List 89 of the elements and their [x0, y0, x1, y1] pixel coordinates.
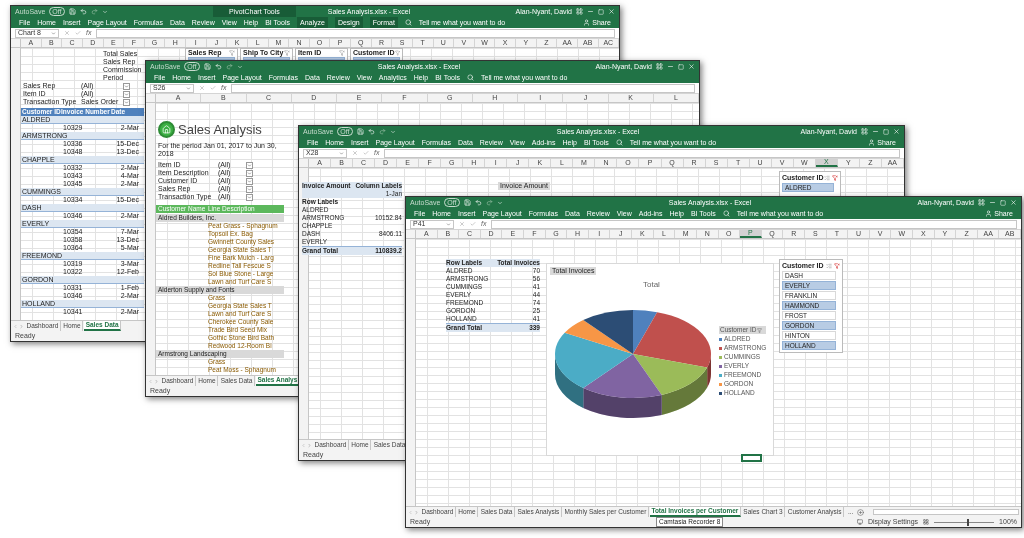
person-icon	[583, 19, 591, 26]
multi-select-icon[interactable]	[826, 263, 832, 269]
horizontal-scrollbar[interactable]	[873, 509, 1019, 515]
caret-icon	[51, 30, 56, 36]
search-icon	[404, 19, 412, 26]
clear-filter-icon[interactable]	[339, 50, 345, 56]
zoom-thumb[interactable]	[967, 518, 970, 526]
search-icon	[467, 74, 474, 81]
caret-icon[interactable]	[496, 199, 503, 206]
undo-icon[interactable]	[214, 63, 222, 70]
ribbon-display-icon[interactable]	[656, 63, 663, 70]
redo-icon[interactable]	[90, 8, 98, 15]
close-icon[interactable]	[893, 128, 900, 135]
ribbon-display-icon[interactable]	[978, 199, 985, 206]
minimize-icon[interactable]	[872, 128, 879, 135]
enter-icon[interactable]	[210, 85, 216, 91]
save-icon[interactable]	[356, 128, 364, 135]
dropdown-button[interactable]	[246, 177, 253, 185]
normal-view-icon[interactable]	[923, 519, 930, 525]
redo-icon[interactable]	[485, 199, 493, 206]
formula-field[interactable]	[384, 148, 900, 158]
next-sheet-icon[interactable]	[154, 378, 159, 384]
next-sheet-icon[interactable]	[307, 442, 312, 448]
report-title: Sales Analysis	[178, 122, 262, 137]
undo-icon[interactable]	[474, 199, 482, 206]
home-logo-icon	[158, 121, 175, 138]
add-sheet-icon[interactable]	[857, 508, 865, 516]
cancel-icon[interactable]	[64, 30, 70, 36]
dropdown-button[interactable]	[246, 169, 253, 177]
close-icon[interactable]	[608, 8, 615, 15]
next-sheet-icon[interactable]	[19, 323, 24, 329]
display-settings-icon	[856, 519, 863, 525]
close-icon[interactable]	[688, 63, 695, 70]
cancel-icon[interactable]	[199, 85, 205, 91]
caret-icon	[339, 150, 344, 156]
clear-filter-icon[interactable]	[229, 50, 235, 56]
minimize-icon[interactable]	[667, 63, 674, 70]
dropdown-button[interactable]	[246, 185, 253, 193]
ribbon-display-icon[interactable]	[576, 8, 583, 15]
clear-filter-icon[interactable]	[834, 263, 840, 269]
slicer-item[interactable]	[298, 57, 345, 60]
undo-icon[interactable]	[367, 128, 375, 135]
enter-icon[interactable]	[470, 221, 476, 227]
close-icon[interactable]	[1010, 199, 1017, 206]
save-icon[interactable]	[463, 199, 471, 206]
dropdown-button[interactable]	[246, 161, 253, 169]
slicer-item[interactable]	[353, 57, 400, 60]
slicer-item[interactable]	[188, 57, 235, 60]
clear-filter-icon[interactable]	[284, 50, 290, 56]
multi-select-icon[interactable]	[824, 175, 830, 181]
caret-icon	[446, 221, 451, 227]
save-icon[interactable]	[203, 63, 211, 70]
redo-icon[interactable]	[378, 128, 386, 135]
search-icon	[615, 139, 623, 146]
selected-cell[interactable]	[741, 454, 762, 462]
person-icon	[985, 210, 993, 217]
caret-icon[interactable]	[389, 128, 396, 135]
formula-field[interactable]	[491, 219, 1017, 229]
maximize-icon[interactable]	[678, 63, 684, 70]
dropdown-button[interactable]	[246, 193, 253, 201]
save-icon[interactable]	[68, 8, 76, 15]
next-sheet-icon[interactable]	[414, 509, 419, 515]
redo-icon[interactable]	[225, 63, 233, 70]
maximize-icon[interactable]	[1000, 199, 1006, 206]
caret-icon	[186, 85, 191, 91]
enter-icon[interactable]	[363, 150, 369, 156]
clear-filter-icon[interactable]	[394, 50, 400, 56]
clear-filter-icon[interactable]	[832, 175, 838, 181]
minimize-icon[interactable]	[989, 199, 996, 206]
chart-title: Total	[643, 280, 660, 289]
formula-field[interactable]	[231, 83, 695, 93]
undo-icon[interactable]	[79, 8, 87, 15]
dropdown-button[interactable]	[123, 98, 130, 106]
formula-field[interactable]	[96, 28, 615, 38]
maximize-icon[interactable]	[598, 8, 604, 15]
maximize-icon[interactable]	[883, 128, 889, 135]
enter-icon[interactable]	[75, 30, 81, 36]
minimize-icon[interactable]	[587, 8, 594, 15]
person-icon	[868, 139, 876, 146]
dropdown-button[interactable]	[123, 90, 130, 98]
filter-icon	[757, 327, 763, 333]
dropdown-button[interactable]	[123, 82, 130, 90]
ribbon-display-icon[interactable]	[861, 128, 868, 135]
search-icon	[722, 210, 730, 217]
slicer-item[interactable]	[243, 57, 290, 60]
caret-icon[interactable]	[101, 8, 108, 15]
caret-icon[interactable]	[236, 63, 243, 70]
cancel-icon[interactable]	[352, 150, 358, 156]
cancel-icon[interactable]	[459, 221, 465, 227]
